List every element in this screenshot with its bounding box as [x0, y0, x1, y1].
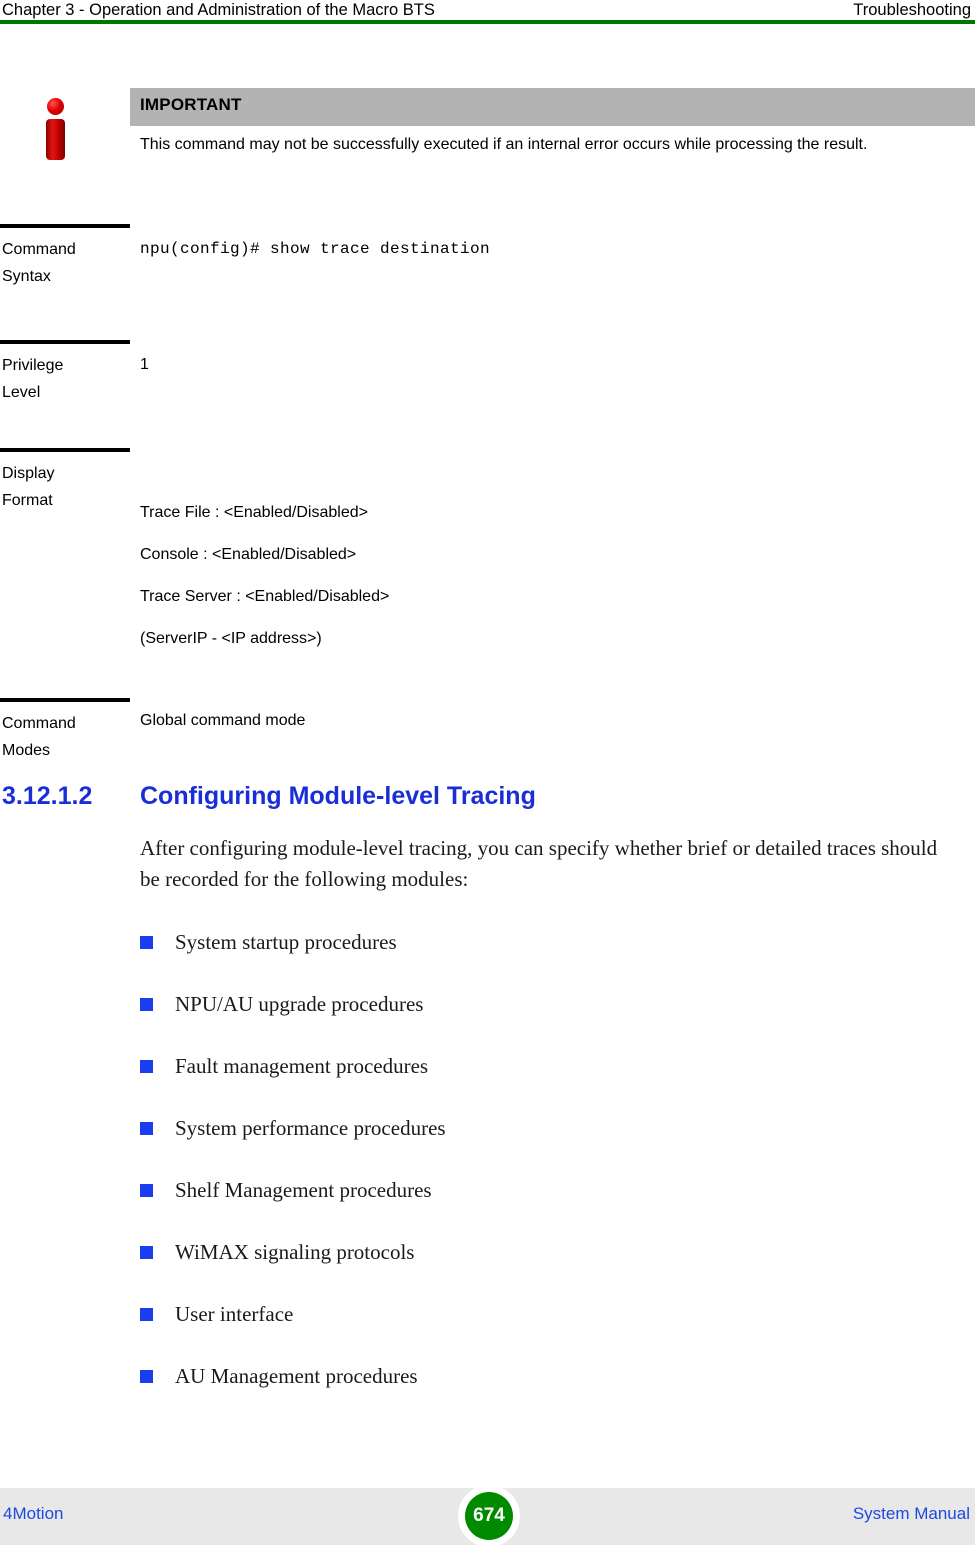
row-term-line2: Syntax — [2, 268, 51, 285]
row-rule — [0, 448, 130, 452]
list-item: NPU/AU upgrade procedures — [0, 990, 975, 1052]
section-paragraph: After configuring module-level tracing, … — [140, 836, 938, 891]
bullet-square-icon — [140, 1308, 153, 1321]
row-term-line1: Command — [2, 241, 76, 258]
section-number: 3.12.1.2 — [2, 782, 93, 810]
bullet-square-icon — [140, 1184, 153, 1197]
display-format-line: Console : <Enabled/Disabled> — [140, 546, 357, 563]
list-item-label: System performance procedures — [175, 1116, 446, 1140]
callout-title-bar: IMPORTANT — [130, 88, 975, 126]
list-item-label: Shelf Management procedures — [175, 1178, 432, 1202]
info-icon-stem — [46, 119, 65, 160]
row-term-line2: Format — [2, 492, 53, 509]
row-term-privilege-level: Privilege Level — [2, 352, 128, 406]
row-term-command-modes: Command Modes — [2, 710, 128, 764]
row-term-line1: Display — [2, 465, 55, 482]
list-item-label: System startup procedures — [175, 930, 397, 954]
header-section-title: Troubleshooting — [853, 1, 971, 19]
list-item: System startup procedures — [0, 928, 975, 990]
bullet-square-icon — [140, 1246, 153, 1259]
list-item: User interface — [0, 1300, 975, 1362]
section-heading: 3.12.1.2 Configuring Module-level Tracin… — [0, 782, 975, 818]
page-footer: 4Motion 674 System Manual — [0, 1485, 975, 1547]
list-item-label: User interface — [175, 1302, 294, 1326]
bullet-square-icon — [140, 1370, 153, 1383]
bullet-square-icon — [140, 936, 153, 949]
command-modes-value: Global command mode — [140, 712, 306, 729]
bullet-square-icon — [140, 1122, 153, 1135]
info-icon — [38, 98, 72, 160]
list-item: AU Management procedures — [0, 1362, 975, 1424]
header-chapter-title: Chapter 3 - Operation and Administration… — [2, 1, 435, 19]
footer-product-link[interactable]: 4Motion — [3, 1504, 63, 1524]
display-format-value: Trace File : <Enabled/Disabled> Console … — [140, 502, 960, 650]
row-term-display-format: Display Format — [2, 460, 128, 514]
row-term-command-syntax: Command Syntax — [2, 236, 128, 290]
list-item: WiMAX signaling protocols — [0, 1238, 975, 1300]
command-syntax-value: npu(config)# show trace destination — [140, 240, 491, 258]
callout-body-text: This command may not be successfully exe… — [140, 136, 868, 153]
list-item-label: Fault management procedures — [175, 1054, 429, 1078]
list-item: System performance procedures — [0, 1114, 975, 1176]
list-item-label: WiMAX signaling protocols — [175, 1240, 415, 1264]
row-term-line1: Privilege — [2, 357, 64, 374]
list-item: Fault management procedures — [0, 1052, 975, 1114]
row-rule — [0, 224, 130, 228]
display-format-line: Trace File : <Enabled/Disabled> — [140, 504, 368, 521]
list-item-label: NPU/AU upgrade procedures — [175, 992, 424, 1016]
list-item: Shelf Management procedures — [0, 1176, 975, 1238]
module-list: System startup procedures NPU/AU upgrade… — [0, 928, 975, 1424]
bullet-square-icon — [140, 998, 153, 1011]
row-term-line2: Level — [2, 384, 41, 401]
bullet-square-icon — [140, 1060, 153, 1073]
page-number-badge: 674 — [465, 1492, 513, 1540]
header-divider-rule — [0, 20, 975, 24]
row-rule — [0, 340, 130, 344]
callout-title: IMPORTANT — [140, 95, 242, 114]
row-term-line2: Modes — [2, 742, 51, 759]
row-rule — [0, 698, 130, 702]
privilege-level-value: 1 — [140, 356, 149, 373]
display-format-line: Trace Server : <Enabled/Disabled> — [140, 588, 390, 605]
info-icon-dot — [47, 98, 64, 115]
list-item-label: AU Management procedures — [175, 1364, 418, 1388]
section-title: Configuring Module-level Tracing — [140, 782, 536, 810]
row-term-line1: Command — [2, 715, 76, 732]
footer-manual-link[interactable]: System Manual — [853, 1504, 970, 1524]
display-format-line: (ServerIP - <IP address>) — [140, 630, 322, 647]
